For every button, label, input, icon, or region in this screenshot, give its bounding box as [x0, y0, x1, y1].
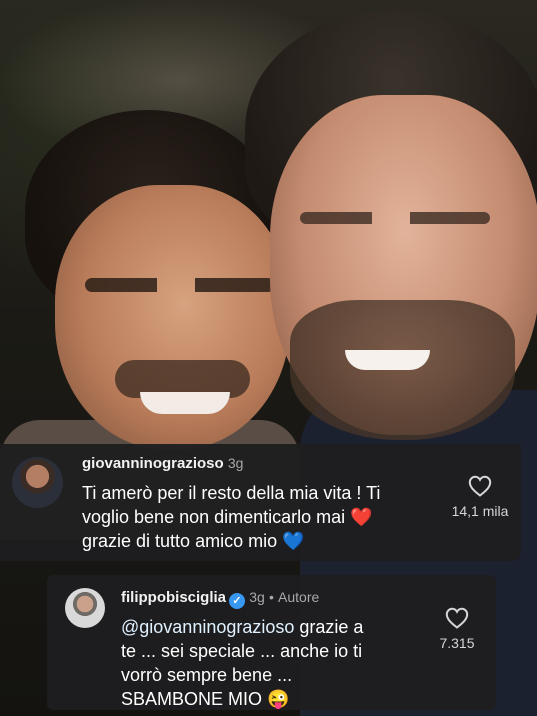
comment-author-username[interactable]: filippobisciglia ✓ 3g • Autore — [121, 589, 319, 609]
comment-line: grazie di tutto amico mio 💙 — [82, 531, 305, 551]
comment-line: grazie a — [294, 617, 364, 637]
comment-line: voglio bene non dimenticarlo mai ❤️ — [82, 507, 373, 527]
comment-text: @giovanninograzioso grazie a te ... sei … — [121, 615, 421, 711]
person-right-beard — [290, 300, 515, 440]
verified-badge-icon: ✓ — [229, 593, 246, 609]
comment-line: te ... sei speciale ... anche io ti — [121, 641, 363, 661]
like-control[interactable]: 7.315 — [422, 607, 492, 651]
avatar[interactable] — [65, 588, 105, 628]
comment-time: 3g — [249, 589, 265, 605]
comment-line: Ti amerò per il resto della mia vita ! T… — [82, 483, 381, 503]
comment-time: 3g — [227, 455, 244, 471]
person-left-smile — [140, 392, 230, 414]
heart-outline-icon[interactable] — [422, 607, 492, 629]
heart-outline-icon[interactable] — [440, 475, 520, 497]
comment-line: vorrò sempre bene ... — [121, 665, 293, 685]
comment-text: Ti amerò per il resto della mia vita ! T… — [82, 481, 442, 553]
person-left-brows — [85, 278, 275, 292]
comment-line: SBAMBONE MIO 😜 — [121, 689, 290, 709]
like-control[interactable]: 14,1 mila — [440, 475, 520, 519]
author-label: Autore — [278, 589, 320, 605]
like-count: 7.315 — [439, 635, 475, 651]
person-right-smile — [345, 350, 430, 370]
meta-separator: • — [268, 589, 274, 605]
person-right-brows — [300, 212, 490, 224]
like-count: 14,1 mila — [451, 503, 509, 519]
comment-author-username[interactable]: giovanninograzioso 3g — [82, 455, 243, 472]
avatar[interactable] — [12, 457, 63, 508]
mention-link[interactable]: @giovanninograzioso — [121, 617, 294, 637]
